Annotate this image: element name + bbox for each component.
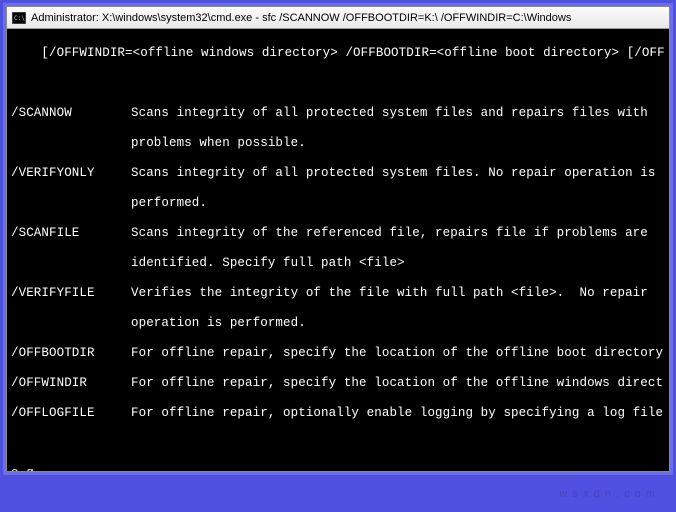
option-row: /OFFBOOTDIRFor offline repair, specify t… — [11, 346, 665, 361]
watermark: w s x d n . c o m — [560, 488, 656, 500]
option-desc: For offline repair, optionally enable lo… — [131, 406, 665, 421]
option-desc: For offline repair, specify the location… — [131, 346, 665, 361]
option-row: operation is performed. — [11, 316, 665, 331]
option-name: /SCANNOW — [11, 106, 131, 121]
option-row: performed. — [11, 196, 665, 211]
option-row: problems when possible. — [11, 136, 665, 151]
titlebar-text: Administrator: X:\windows\system32\cmd.e… — [31, 12, 571, 24]
option-desc: For offline repair, specify the location… — [131, 376, 665, 391]
option-desc: problems when possible. — [131, 136, 665, 151]
titlebar[interactable]: C:\ Administrator: X:\windows\system32\c… — [7, 7, 669, 29]
option-row: /OFFLOGFILEFor offline repair, optionall… — [11, 406, 665, 421]
option-name: /SCANFILE — [11, 226, 131, 241]
option-desc: performed. — [131, 196, 665, 211]
cmd-icon: C:\ — [11, 11, 27, 25]
syntax-line: [/OFFWINDIR=<offline windows directory> … — [11, 46, 665, 61]
option-row: /VERIFYONLYScans integrity of all protec… — [11, 166, 665, 181]
option-desc: Scans integrity of all protected system … — [131, 106, 665, 121]
terminal-output[interactable]: [/OFFWINDIR=<offline windows directory> … — [7, 29, 669, 471]
option-desc: identified. Specify full path <file> — [131, 256, 665, 271]
cmd-window: C:\ Administrator: X:\windows\system32\c… — [6, 6, 670, 472]
svg-text:C:\: C:\ — [14, 15, 25, 22]
option-desc: Verifies the integrity of the file with … — [131, 286, 665, 301]
option-row: /SCANNOWScans integrity of all protected… — [11, 106, 665, 121]
option-name: /VERIFYFILE — [11, 286, 131, 301]
option-row: /SCANFILEScans integrity of the referenc… — [11, 226, 665, 241]
option-name: /OFFWINDIR — [11, 376, 131, 391]
option-desc: Scans integrity of the referenced file, … — [131, 226, 665, 241]
option-row: /VERIFYFILEVerifies the integrity of the… — [11, 286, 665, 301]
option-row: /OFFWINDIRFor offline repair, specify th… — [11, 376, 665, 391]
option-name: /VERIFYONLY — [11, 166, 131, 181]
option-desc: Scans integrity of all protected system … — [131, 166, 665, 181]
eg-label: e.g. — [11, 466, 665, 471]
option-name: /OFFBOOTDIR — [11, 346, 131, 361]
option-desc: operation is performed. — [131, 316, 665, 331]
option-name: /OFFLOGFILE — [11, 406, 131, 421]
option-row: identified. Specify full path <file> — [11, 256, 665, 271]
